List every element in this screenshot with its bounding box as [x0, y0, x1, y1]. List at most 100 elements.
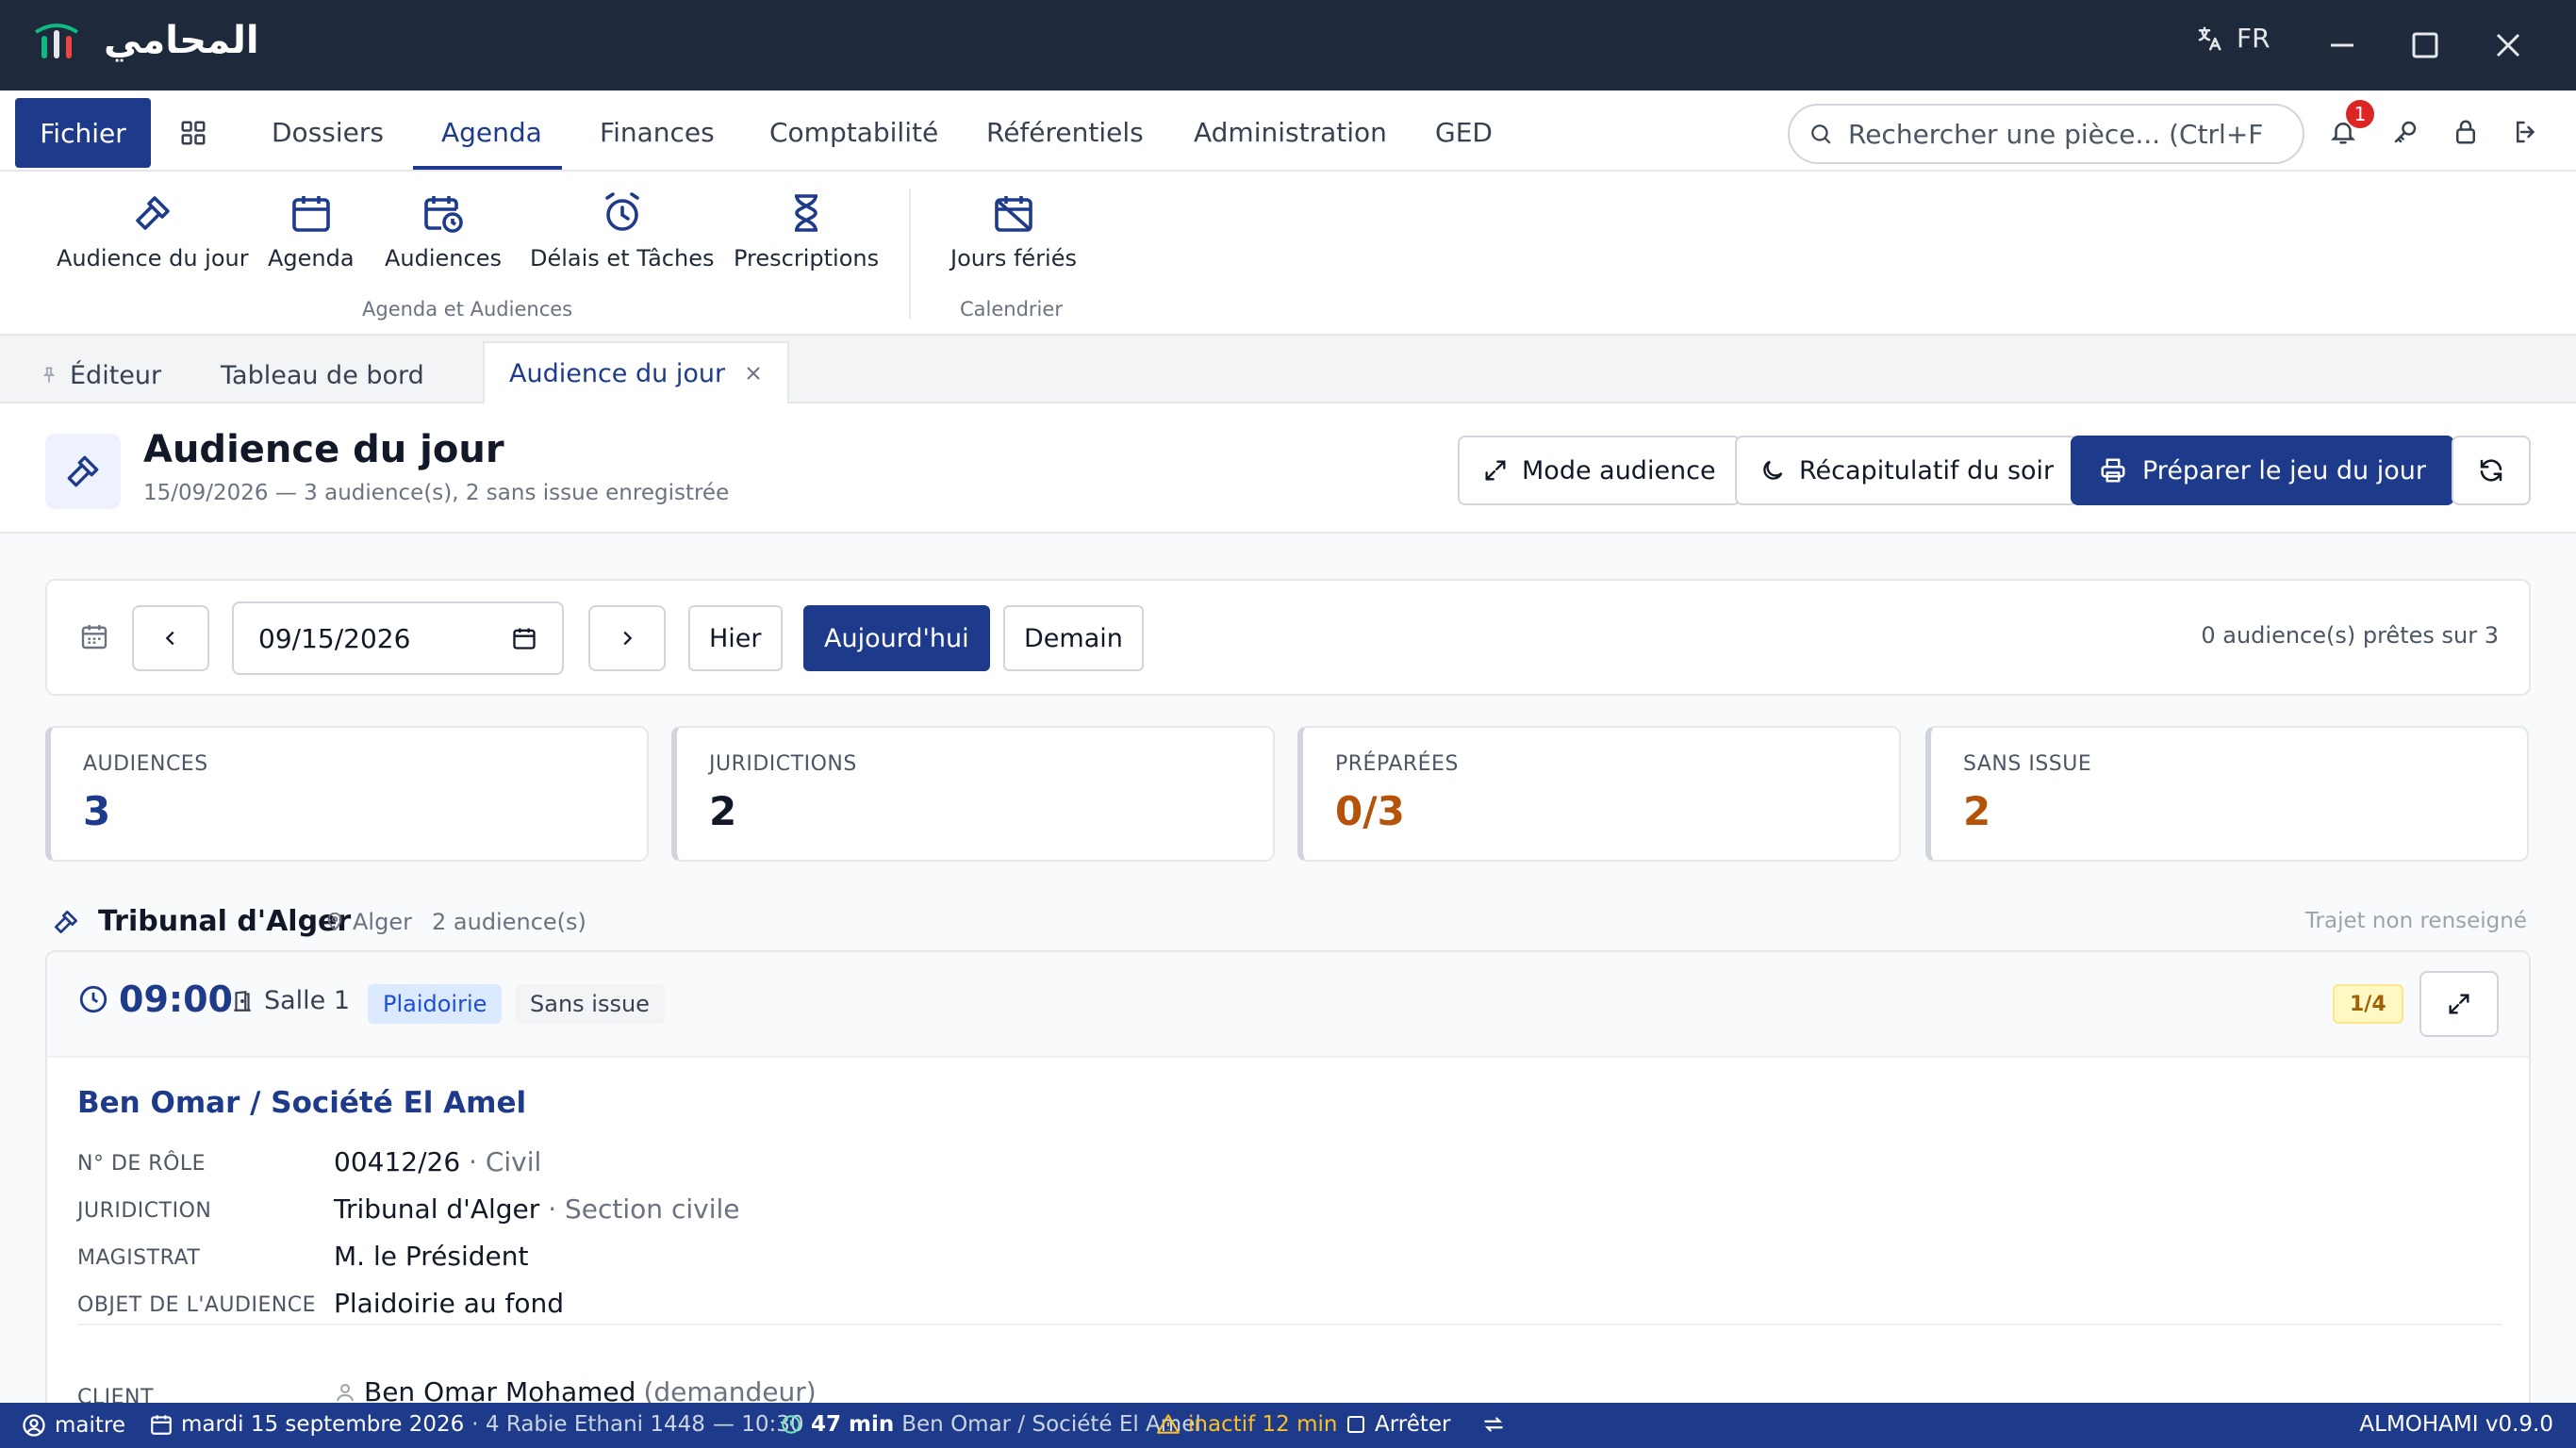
search-icon	[1808, 122, 1833, 146]
next-day-button[interactable]	[588, 605, 666, 671]
tab-label: Tableau de bord	[221, 360, 424, 390]
door-icon	[230, 988, 255, 1014]
ribbon-group-calendrier: Calendrier	[960, 298, 1063, 321]
menu-file[interactable]: Fichier	[15, 98, 151, 168]
search-box[interactable]	[1788, 104, 2304, 164]
menu-comptabilite[interactable]: Comptabilité	[769, 117, 938, 148]
ribbon-label: Agenda	[268, 245, 355, 272]
search-input[interactable]	[1848, 118, 2263, 150]
case-title[interactable]: Ben Omar / Société El Amel	[77, 1086, 526, 1120]
logout-icon[interactable]	[2512, 117, 2540, 147]
user-circle-icon	[21, 1412, 47, 1439]
minimize-button[interactable]	[2327, 26, 2357, 64]
tab-audience-du-jour[interactable]: Audience du jour	[483, 341, 790, 405]
sync-icon[interactable]	[1480, 1412, 1507, 1437]
moon-icon	[1759, 457, 1786, 484]
court-name: Tribunal d'Alger	[98, 905, 352, 938]
menu-referentiels[interactable]: Référentiels	[986, 117, 1144, 148]
ready-count: 0 audience(s) prêtes sur 3	[2201, 622, 2499, 649]
maximize-button[interactable]	[2410, 26, 2440, 64]
user-name: maitre	[55, 1413, 126, 1438]
ribbon-separator	[909, 189, 911, 319]
button-label: Préparer le jeu du jour	[2142, 455, 2426, 485]
page-title: Audience du jour	[143, 428, 504, 471]
location-label: Alger	[353, 909, 412, 935]
close-icon[interactable]	[744, 364, 763, 383]
close-window-button[interactable]	[2493, 26, 2523, 64]
ribbon-audience-du-jour[interactable]: Audience du jour	[57, 190, 249, 272]
menu-ged[interactable]: GED	[1435, 117, 1493, 148]
mode-audience-button[interactable]: Mode audience	[1458, 436, 1741, 505]
hearing-status-badge: Sans issue	[515, 984, 665, 1024]
stat-value: 3	[83, 788, 111, 834]
ribbon-prescriptions[interactable]: Prescriptions	[734, 190, 879, 272]
tab-editeur[interactable]: Éditeur	[40, 347, 161, 403]
expand-hearing-button[interactable]	[2419, 971, 2499, 1037]
status-inactive: inactif 12 min	[1156, 1412, 1337, 1437]
today-button[interactable]: Aujourd'hui	[803, 605, 990, 671]
ribbon-label: Délais et Tâches	[530, 245, 715, 272]
prepare-day-button[interactable]: Préparer le jeu du jour	[2071, 436, 2454, 505]
ribbon-jours-feries[interactable]: Jours fériés	[950, 190, 1077, 272]
stat-value: 2	[709, 788, 737, 834]
recap-soir-button[interactable]: Récapitulatif du soir	[1735, 436, 2079, 505]
client-name[interactable]: Ben Omar Mohamed	[364, 1376, 636, 1403]
role-value: 00412/26 · Civil	[334, 1146, 541, 1177]
expand-icon	[2446, 991, 2472, 1017]
gavel-icon	[51, 907, 81, 937]
stat-audiences: AUDIENCES 3	[45, 726, 649, 862]
tab-label: Éditeur	[70, 360, 162, 390]
document-tabs: Éditeur Tableau de bord Audience du jour	[0, 336, 2576, 405]
hearing-time: 09:00	[77, 979, 233, 1020]
refresh-button[interactable]	[2452, 436, 2531, 505]
ribbon-delais-taches[interactable]: Délais et Tâches	[530, 190, 714, 272]
app-version: ALMOHAMI v0.9.0	[2359, 1412, 2553, 1437]
menu-dossiers[interactable]: Dossiers	[272, 117, 384, 148]
ribbon: Audience du jour Agenda Audiences Délais…	[0, 172, 2576, 336]
hourglass-icon	[784, 190, 829, 236]
yesterday-button[interactable]: Hier	[688, 605, 783, 671]
ribbon-label: Audiences	[385, 245, 502, 272]
objet-value: Plaidoirie au fond	[334, 1288, 565, 1319]
button-label: Récapitulatif du soir	[1799, 455, 2055, 485]
inactive-text: inactif 12 min	[1188, 1412, 1338, 1437]
stat-juridictions: JURIDICTIONS 2	[671, 726, 1275, 862]
date-value: 09/15/2026	[258, 622, 411, 654]
ribbon-label: Audience du jour	[57, 245, 249, 272]
menu-administration[interactable]: Administration	[1194, 117, 1387, 148]
ribbon-audiences[interactable]: Audiences	[385, 190, 502, 272]
court-header: Tribunal d'Alger Alger 2 audience(s) Tra…	[45, 894, 2531, 950]
key-icon[interactable]	[2391, 117, 2419, 147]
user-icon	[334, 1380, 356, 1404]
language-switch[interactable]: FR	[2195, 23, 2271, 54]
app-logo-icon	[32, 21, 81, 62]
warning-icon	[1156, 1412, 1181, 1437]
ribbon-label: Jours fériés	[950, 245, 1077, 272]
client-label: CLIENT	[77, 1386, 154, 1403]
translate-icon	[2195, 25, 2223, 53]
gavel-icon	[130, 190, 175, 236]
hearing-room: Salle 1	[230, 986, 350, 1015]
menu-finances[interactable]: Finances	[600, 117, 715, 148]
stop-timer-button[interactable]: Arrêter	[1345, 1412, 1451, 1437]
calendar-icon[interactable]	[511, 625, 537, 651]
apps-grid-icon[interactable]	[179, 119, 207, 147]
ribbon-agenda[interactable]: Agenda	[268, 190, 355, 272]
room-label: Salle 1	[264, 986, 351, 1015]
previous-day-button[interactable]	[132, 605, 209, 671]
app-title: المحامي	[104, 19, 259, 62]
time-value: 09:00	[119, 979, 233, 1020]
menu-agenda[interactable]: Agenda	[441, 117, 542, 148]
lock-icon[interactable]	[2452, 117, 2480, 147]
date-picker-input[interactable]: 09/15/2026	[232, 601, 564, 675]
tomorrow-button[interactable]: Demain	[1003, 605, 1144, 671]
status-timer[interactable]: 47 min Ben Omar / Société El Amel	[779, 1412, 1201, 1437]
title-bar: المحامي FR	[0, 0, 2576, 90]
juridiction-value: Tribunal d'Alger · Section civile	[334, 1193, 739, 1225]
magistrat-label: MAGISTRAT	[77, 1246, 201, 1270]
objet-label: OBJET DE L'AUDIENCE	[77, 1293, 317, 1317]
status-user: maitre	[21, 1412, 125, 1439]
language-label: FR	[2237, 23, 2271, 54]
client-role: (demandeur)	[643, 1376, 817, 1403]
tab-tableau-de-bord[interactable]: Tableau de bord	[221, 347, 424, 403]
